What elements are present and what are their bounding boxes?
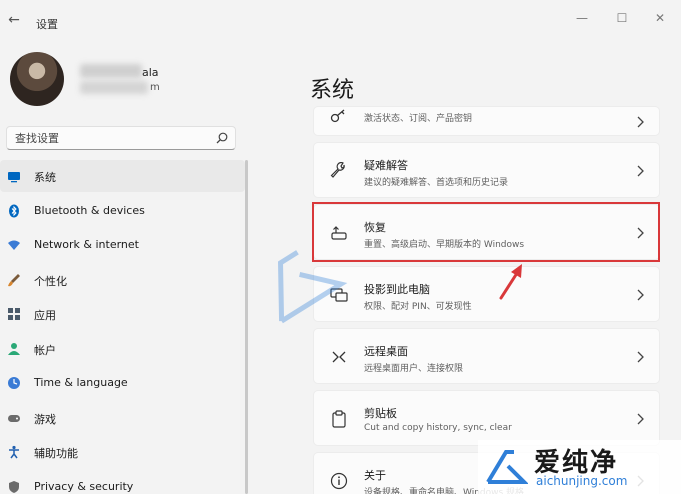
monitor-icon <box>8 172 20 183</box>
close-button[interactable]: ✕ <box>650 8 670 28</box>
shield-icon <box>9 480 19 493</box>
sidebar-item-2[interactable]: Network & internet <box>0 229 245 261</box>
key-icon <box>330 109 345 123</box>
chevron-right-icon <box>637 116 644 128</box>
minimize-button[interactable]: — <box>572 8 592 28</box>
account-name-tail: ala <box>142 66 159 79</box>
person-icon <box>8 342 20 355</box>
card-subtitle: 激活状态、订阅、产品密钥 <box>364 114 473 124</box>
card-title: 关于 <box>364 469 386 482</box>
sidebar-item-0[interactable]: 系统 <box>0 160 245 192</box>
sidebar-scrollbar[interactable] <box>245 160 248 494</box>
recovery-highlight-annotation <box>312 202 660 262</box>
info-icon <box>330 472 348 490</box>
page-title: 系统 <box>310 78 355 103</box>
sidebar-item-5[interactable]: 帐户 <box>0 333 245 365</box>
sidebar-item-label: 游戏 <box>34 412 56 426</box>
card-subtitle: 建议的疑难解答、首选项和历史记录 <box>364 178 509 188</box>
account-email: m <box>80 82 160 93</box>
chevron-right-icon <box>637 165 644 177</box>
chevron-right-icon <box>637 413 644 425</box>
settings-card-3[interactable]: 投影到此电脑权限、配对 PIN、可发现性 <box>313 266 660 322</box>
card-title: 远程桌面 <box>364 345 408 358</box>
watermark-corner: 爱纯净 aichunjing.com <box>478 440 681 494</box>
sidebar-item-9[interactable]: Privacy & security <box>0 471 245 494</box>
project-icon <box>330 288 348 302</box>
card-title: 剪贴板 <box>364 407 397 420</box>
chevron-right-icon <box>637 351 644 363</box>
watermark-url: aichunjing.com <box>536 474 628 488</box>
back-button[interactable]: ← <box>6 12 22 28</box>
accessibility-icon <box>9 445 19 459</box>
clipboard-icon <box>332 410 346 428</box>
account-name: ala <box>80 66 159 79</box>
card-title: 投影到此电脑 <box>364 283 430 296</box>
title-bar: ← 设置 — ☐ ✕ <box>0 0 681 40</box>
gamepad-icon <box>8 414 20 422</box>
sidebar-item-label: 系统 <box>34 171 56 184</box>
card-title: 疑难解答 <box>364 159 408 172</box>
sidebar-item-6[interactable]: Time & language <box>0 367 245 399</box>
avatar[interactable] <box>10 52 64 106</box>
card-subtitle: Cut and copy history, sync, clear <box>364 423 512 433</box>
sidebar-item-label: 应用 <box>34 309 56 322</box>
sidebar-item-8[interactable]: 辅助功能 <box>0 436 245 468</box>
sidebar-item-label: 个性化 <box>34 274 67 288</box>
card-subtitle: 权限、配对 PIN、可发现性 <box>364 302 472 312</box>
sidebar-item-4[interactable]: 应用 <box>0 298 245 330</box>
wifi-icon <box>8 240 20 250</box>
card-subtitle: 远程桌面用户、连接权限 <box>364 364 464 374</box>
chevron-right-icon <box>637 289 644 301</box>
search-input[interactable] <box>15 130 215 146</box>
bluetooth-icon <box>9 204 19 217</box>
apps-icon <box>8 308 20 320</box>
brush-icon <box>8 273 20 286</box>
sidebar-item-label: Time & language <box>34 376 128 389</box>
search-box[interactable] <box>6 126 236 150</box>
sidebar-item-label: 帐户 <box>34 343 56 357</box>
globe-clock-icon <box>8 377 20 389</box>
settings-card-4[interactable]: 远程桌面远程桌面用户、连接权限 <box>313 328 660 384</box>
app-title: 设置 <box>36 18 58 31</box>
wrench-icon <box>330 162 345 178</box>
sidebar-item-label: Network & internet <box>34 238 139 251</box>
sidebar-item-1[interactable]: Bluetooth & devices <box>0 195 245 227</box>
arrow-annotation <box>499 264 522 300</box>
sidebar-item-3[interactable]: 个性化 <box>0 264 245 296</box>
search-icon[interactable] <box>215 131 229 145</box>
remote-desktop-icon <box>332 351 346 363</box>
settings-card-0[interactable]: 激活状态、订阅、产品密钥 <box>313 106 660 136</box>
maximize-button[interactable]: ☐ <box>612 8 632 28</box>
watermark-logo-icon <box>486 450 528 484</box>
sidebar-item-label: Privacy & security <box>34 479 134 493</box>
settings-card-1[interactable]: 疑难解答建议的疑难解答、首选项和历史记录 <box>313 142 660 198</box>
account-email-tail: m <box>150 82 160 93</box>
settings-card-5[interactable]: 剪贴板 Cut and copy history, sync, clear <box>313 390 660 446</box>
sidebar-item-label: 辅助功能 <box>34 447 78 460</box>
sidebar-item-label: Bluetooth & devices <box>34 203 145 217</box>
sidebar-item-7[interactable]: 游戏 <box>0 402 245 434</box>
